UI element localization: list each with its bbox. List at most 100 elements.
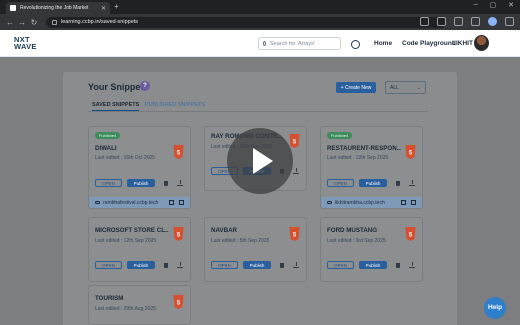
snippet-card[interactable]: FORD MUSTANG Last edited : 3rd Sep 2025 … (320, 217, 423, 282)
sidepanel-icon[interactable] (471, 17, 480, 26)
download-icon[interactable] (293, 262, 299, 268)
publish-button[interactable]: Publish (127, 179, 155, 187)
published-tag: Published (327, 132, 352, 139)
search-icon (263, 41, 266, 46)
address-bar: ← → ↻ learning.ccbp.in/saved-snippets (0, 14, 520, 30)
user-name[interactable]: LIKHIT (452, 40, 473, 47)
published-url-row: rambhafestival.ccbp.tech (89, 197, 190, 208)
snippet-card[interactable]: Published RESTAURENT-RESPON... Last edit… (320, 126, 423, 209)
site-info-icon[interactable] (52, 19, 57, 25)
publish-button[interactable]: Publish (359, 261, 387, 269)
last-edited: Last edited : 16th Oct 2025 (95, 155, 156, 161)
publish-button[interactable]: Publish (359, 179, 387, 187)
last-edited: Last edited : 3rd Sep 2025 (327, 238, 386, 244)
download-icon[interactable] (293, 168, 299, 174)
tab-saved-snippets[interactable]: SAVED SNIPPETS (92, 102, 140, 111)
back-icon[interactable]: ← (4, 18, 16, 27)
snippet-tabs: SAVED SNIPPETS PUBLISHED SNIPPETS (88, 100, 428, 112)
open-button[interactable]: OPEN (327, 179, 354, 187)
snippet-name: DIWALI (95, 145, 117, 152)
last-edited: Last edited : 12th Sep 2025 (95, 238, 157, 244)
delete-icon[interactable] (164, 263, 168, 268)
logo[interactable]: NXT WAVE (14, 36, 37, 51)
publish-button[interactable]: Publish (127, 261, 155, 269)
avatar[interactable] (474, 35, 489, 51)
theme-toggle-icon[interactable] (351, 40, 360, 49)
chevron-down-icon: ⌄ (416, 84, 421, 91)
create-new-button[interactable]: + Create New (336, 82, 376, 93)
html5-icon: 5 (405, 145, 416, 159)
snippet-name: MICROSOFT STORE CL... (95, 227, 169, 234)
published-url-row: likhitrambha.ccbp.tech (321, 197, 422, 208)
link-icon (95, 201, 100, 204)
browser-tab[interactable]: Revolutionizing the Job Market ✕ (6, 2, 110, 14)
html5-icon: 5 (405, 227, 416, 241)
logo-line-2: WAVE (14, 42, 37, 51)
published-url[interactable]: likhitrambha.ccbp.tech (335, 200, 385, 206)
snippet-card[interactable]: MICROSOFT STORE CL... Last edited : 12th… (88, 217, 191, 282)
open-button[interactable]: OPEN (327, 261, 354, 269)
snippet-name: RESTAURENT-RESPON... (327, 145, 401, 152)
new-tab-icon[interactable]: + (114, 2, 119, 11)
filter-select[interactable]: ALL ⌄ (385, 81, 426, 94)
snippet-card[interactable]: NAVBAR Last edited : 5th Sep 2025 5 OPEN… (204, 217, 307, 282)
copy-icon[interactable] (169, 200, 174, 205)
link-icon (327, 201, 332, 204)
snippet-name: NAVBAR (211, 227, 238, 234)
close-tab-icon[interactable]: ✕ (101, 5, 106, 12)
last-edited: Last edited : 29th Aug 2025 (95, 306, 156, 312)
minimize-icon[interactable]: – (474, 1, 478, 9)
video-play-button[interactable] (227, 128, 293, 194)
published-tag: Published (95, 132, 120, 139)
published-url[interactable]: rambhafestival.ccbp.tech (103, 200, 158, 206)
search-box (258, 37, 341, 50)
reload-icon[interactable]: ↻ (28, 18, 40, 27)
snippet-card[interactable]: Published DIWALI Last edited : 16th Oct … (88, 126, 191, 209)
nav-home[interactable]: Home (374, 40, 392, 47)
browser-toolbar (420, 17, 514, 26)
menu-icon[interactable] (505, 17, 514, 26)
html5-icon: 5 (173, 295, 184, 309)
help-button[interactable]: Help (484, 297, 506, 319)
external-link-icon[interactable] (411, 200, 416, 205)
snippet-name: FORD MUSTANG (327, 227, 378, 234)
close-window-icon[interactable]: ✕ (508, 1, 514, 9)
url-field[interactable]: learning.ccbp.in/saved-snippets (46, 16, 446, 28)
filter-value: ALL (390, 84, 399, 91)
html5-icon: 5 (289, 134, 300, 148)
delete-icon[interactable] (164, 181, 168, 186)
window-controls: – ▢ ✕ (474, 1, 514, 9)
html5-icon: 5 (173, 145, 184, 159)
download-icon[interactable] (409, 180, 415, 186)
maximize-icon[interactable]: ▢ (490, 1, 497, 9)
download-icon[interactable] (177, 180, 183, 186)
last-edited: Last edited : 5th Sep 2025 (211, 238, 270, 244)
browser-tab-title: Revolutionizing the Job Market (20, 5, 89, 11)
publish-button[interactable]: Publish (243, 261, 271, 269)
html5-icon: 5 (289, 227, 300, 241)
nav-code-playground[interactable]: Code Playground (402, 40, 456, 47)
tab-published-snippets[interactable]: PUBLISHED SNIPPETS (145, 102, 205, 108)
open-button[interactable]: OPEN (95, 179, 122, 187)
site-header: NXT WAVE Home Code Playground LIKHIT (0, 30, 520, 57)
forward-icon[interactable]: → (16, 18, 28, 27)
download-icon[interactable] (409, 262, 415, 268)
external-link-icon[interactable] (179, 200, 184, 205)
delete-icon[interactable] (396, 181, 400, 186)
delete-icon[interactable] (396, 263, 400, 268)
copy-icon[interactable] (401, 200, 406, 205)
profile-icon[interactable] (488, 17, 497, 26)
extensions-icon[interactable] (454, 17, 463, 26)
browser-tabbar: Revolutionizing the Job Market ✕ + – ▢ ✕ (0, 0, 520, 14)
snippet-card[interactable]: TOURISM Last edited : 29th Aug 2025 5 (88, 285, 191, 325)
open-button[interactable]: OPEN (95, 261, 122, 269)
html5-icon: 5 (173, 227, 184, 241)
open-button[interactable]: OPEN (211, 261, 238, 269)
download-icon[interactable] (177, 262, 183, 268)
delete-icon[interactable] (280, 263, 284, 268)
search-input[interactable] (270, 40, 340, 47)
bookmark-icon[interactable] (437, 17, 446, 26)
info-badge[interactable]: ? (140, 81, 150, 91)
install-icon[interactable] (420, 17, 429, 26)
url-text: learning.ccbp.in/saved-snippets (61, 19, 139, 25)
